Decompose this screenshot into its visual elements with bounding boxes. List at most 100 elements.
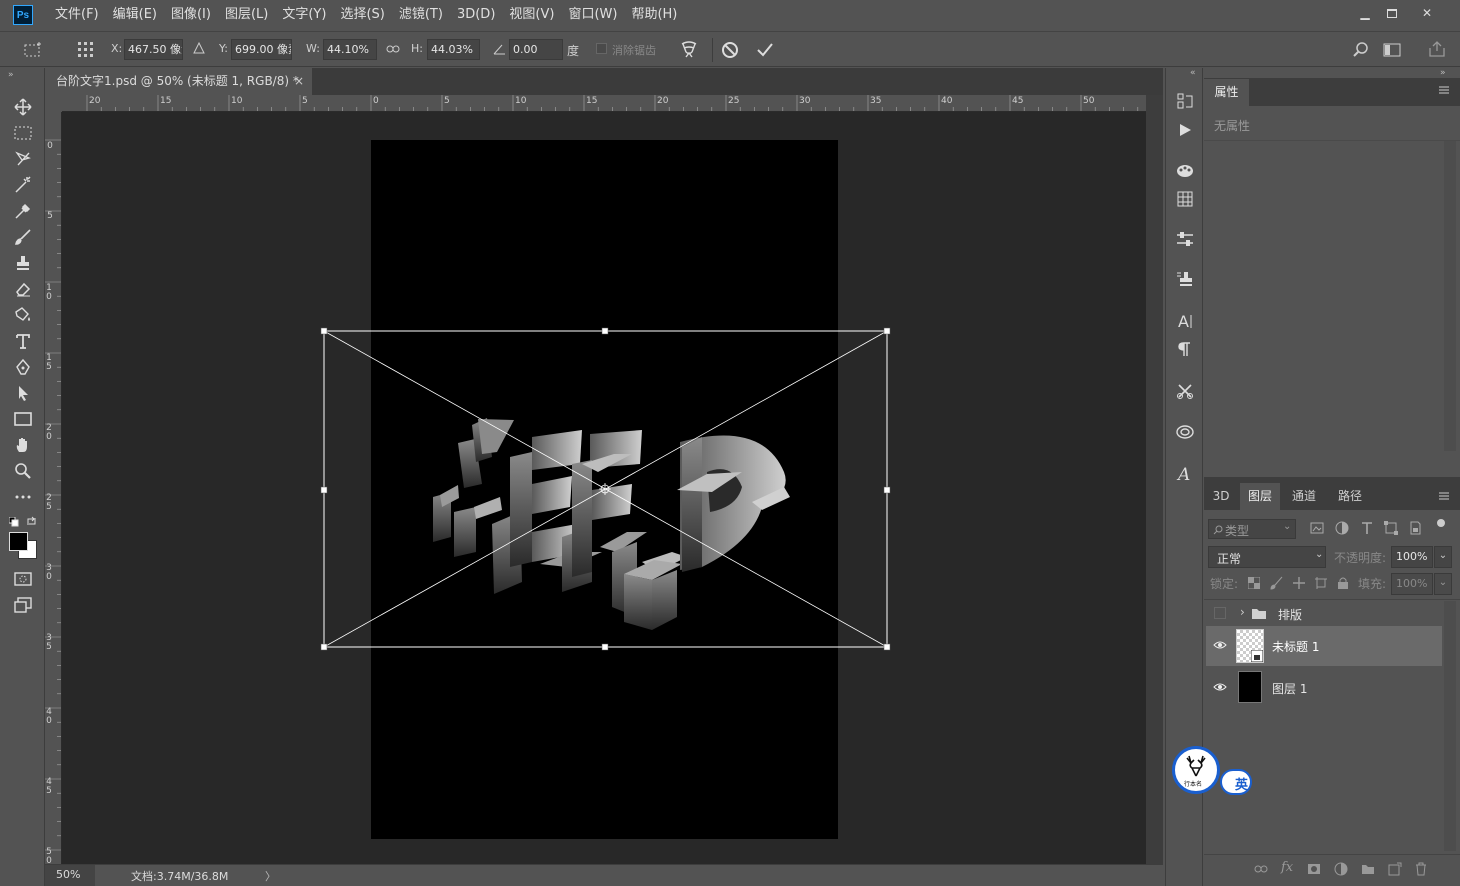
move-tool-icon[interactable] — [11, 96, 35, 118]
lock-pixels-icon[interactable] — [1270, 576, 1284, 590]
canvas-area[interactable] — [62, 112, 1146, 864]
lasso-tool-icon[interactable] — [11, 148, 35, 170]
reference-point-icon[interactable] — [76, 40, 96, 60]
filter-shape-icon[interactable] — [1384, 521, 1398, 535]
eraser-tool-icon[interactable] — [11, 278, 35, 300]
menu-3d[interactable]: 3D(D) — [450, 0, 502, 30]
search-icon[interactable] — [1352, 41, 1370, 59]
h-input[interactable]: 44.03% — [427, 39, 480, 60]
menu-layer[interactable]: 图层(L) — [218, 0, 275, 30]
delete-layer-icon[interactable] — [1415, 862, 1427, 876]
paint-bucket-tool-icon[interactable] — [11, 304, 35, 326]
vertical-scrollbar[interactable] — [1146, 95, 1163, 864]
ime-language-toggle[interactable]: 英 — [1220, 769, 1252, 795]
lock-position-icon[interactable] — [1292, 576, 1306, 590]
add-mask-icon[interactable] — [1307, 863, 1321, 875]
clone-source-icon[interactable] — [1174, 268, 1196, 290]
default-colors-icon[interactable] — [9, 517, 19, 527]
artwork-layer[interactable] — [62, 112, 1146, 864]
layer-row-selected[interactable]: 未标题 1 — [1206, 626, 1442, 666]
fill-dropdown-chevron-icon[interactable]: ⌄ — [1434, 573, 1452, 595]
glyphs-icon[interactable]: A — [1174, 462, 1196, 484]
adjustments-icon[interactable] — [1174, 228, 1196, 250]
transform-bounding-box[interactable] — [323, 330, 888, 648]
zoom-level[interactable]: 50% — [45, 865, 95, 886]
layers-menu-icon[interactable] — [1438, 491, 1450, 501]
filter-pixel-icon[interactable] — [1310, 521, 1324, 535]
character-icon[interactable]: A — [1174, 310, 1196, 332]
collapse-icons-icon[interactable]: « — [1190, 68, 1196, 78]
libraries-icon[interactable] — [1174, 421, 1196, 443]
properties-scrollbar[interactable] — [1444, 141, 1456, 451]
zoom-tool-icon[interactable] — [11, 460, 35, 482]
warp-icon[interactable] — [679, 39, 699, 61]
lock-all-icon[interactable] — [1337, 576, 1349, 590]
fx-icon[interactable]: fx — [1281, 860, 1293, 875]
workspace-icon[interactable] — [1383, 42, 1403, 58]
quick-mask-icon[interactable] — [11, 568, 35, 590]
collapse-toolbar-icon[interactable]: » — [8, 70, 14, 80]
lock-transparent-icon[interactable] — [1248, 577, 1260, 589]
filter-adjustment-icon[interactable] — [1335, 521, 1349, 535]
tool-presets-icon[interactable] — [1174, 380, 1196, 402]
properties-menu-icon[interactable] — [1438, 85, 1450, 95]
commit-transform-icon[interactable] — [756, 41, 774, 59]
hand-tool-icon[interactable] — [11, 434, 35, 456]
adjustment-layer-icon[interactable] — [1334, 862, 1348, 876]
menu-type[interactable]: 文字(Y) — [275, 0, 333, 30]
swap-colors-icon[interactable] — [26, 516, 37, 527]
filter-toggle[interactable] — [1437, 519, 1445, 527]
w-input[interactable]: 44.10% — [323, 39, 377, 60]
rectangle-tool-icon[interactable] — [11, 408, 35, 430]
collapse-panels-icon[interactable]: » — [1440, 68, 1446, 78]
filter-smart-object-icon[interactable] — [1408, 521, 1422, 535]
path-selection-tool-icon[interactable] — [11, 382, 35, 404]
lock-artboard-icon[interactable] — [1314, 576, 1328, 590]
foreground-color-swatch[interactable] — [9, 532, 28, 551]
screen-mode-icon[interactable] — [11, 594, 35, 616]
magic-wand-tool-icon[interactable] — [11, 174, 35, 196]
actions-play-icon[interactable] — [1174, 119, 1196, 141]
link-layers-icon[interactable] — [1254, 863, 1268, 875]
eye-icon[interactable] — [1213, 640, 1227, 650]
ime-logo[interactable]: 行本名 — [1172, 746, 1220, 794]
new-layer-icon[interactable] — [1388, 862, 1402, 876]
color-palette-icon[interactable] — [1174, 159, 1196, 181]
status-menu-arrow[interactable]: 〉 — [265, 868, 276, 884]
chevron-right-icon[interactable]: › — [1240, 605, 1245, 619]
opacity-input[interactable]: 100% — [1391, 546, 1433, 568]
ruler-origin[interactable] — [45, 95, 62, 112]
type-tool-icon[interactable] — [11, 330, 35, 352]
opacity-dropdown-chevron-icon[interactable]: ⌄ — [1434, 546, 1452, 568]
eyedropper-tool-icon[interactable] — [11, 200, 35, 222]
document-info[interactable]: 文档:3.74M/36.8M — [131, 868, 228, 884]
y-input[interactable]: 699.00 像素 — [231, 39, 292, 60]
maximize-button[interactable] — [1377, 4, 1407, 22]
vertical-ruler[interactable]: 0 5 10 15 20 25 30 35 40 45 50 — [45, 112, 62, 864]
menu-help[interactable]: 帮助(H) — [624, 0, 684, 30]
angle-input[interactable]: 0.00 — [509, 39, 563, 60]
layers-scrollbar[interactable] — [1444, 601, 1456, 851]
menu-window[interactable]: 窗口(W) — [561, 0, 624, 30]
delta-icon[interactable] — [193, 42, 205, 54]
menu-filter[interactable]: 滤镜(T) — [392, 0, 450, 30]
tab-layers[interactable]: 图层 — [1240, 483, 1280, 510]
swatches-grid-icon[interactable] — [1174, 188, 1196, 210]
document-tab[interactable]: 台阶文字1.psd @ 50% (未标题 1, RGB/8) * × — [45, 68, 312, 95]
menu-image[interactable]: 图像(I) — [164, 0, 218, 30]
transform-tool-icon[interactable] — [22, 40, 44, 60]
link-icon[interactable] — [386, 43, 400, 55]
menu-file[interactable]: 文件(F) — [48, 0, 106, 30]
fill-input[interactable]: 100% — [1391, 573, 1433, 595]
new-group-icon[interactable] — [1361, 863, 1375, 875]
document-tab-close-button[interactable]: × — [294, 68, 304, 95]
more-tools-icon[interactable] — [11, 486, 35, 508]
marquee-tool-icon[interactable] — [11, 122, 35, 144]
layer-filter-select[interactable]: 类型 ⌄ — [1208, 519, 1296, 539]
close-button[interactable]: ✕ — [1412, 4, 1442, 22]
x-input[interactable]: 467.50 像素 — [124, 39, 183, 60]
blend-mode-select[interactable]: 正常 ⌄ — [1208, 546, 1326, 568]
layer-row-group[interactable]: › 排版 — [1206, 601, 1442, 627]
menu-edit[interactable]: 编辑(E) — [106, 0, 164, 30]
eye-icon[interactable] — [1213, 682, 1227, 692]
